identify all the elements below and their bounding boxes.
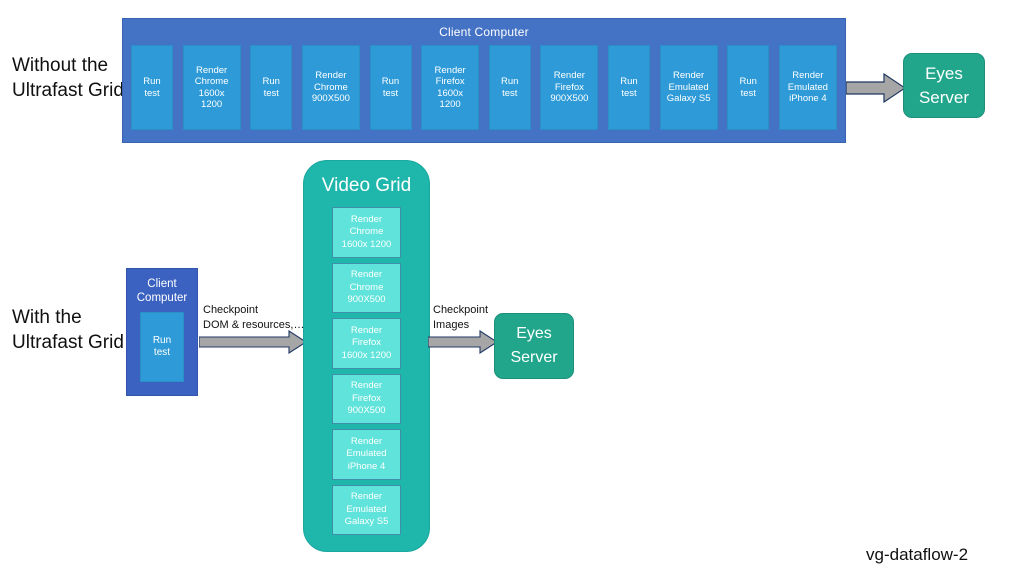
- eyes-server-bottom[interactable]: Eyes Server: [494, 313, 574, 379]
- task-box[interactable]: Run test: [369, 45, 412, 130]
- task-box-row: Run test Render Chrome 1600x 1200 Run te…: [131, 45, 837, 130]
- run-test-box[interactable]: Run test: [140, 312, 184, 382]
- render-box-column: Render Chrome 1600x 1200 Render Chrome 9…: [332, 207, 401, 535]
- client-computer-box: Client Computer Run test: [126, 268, 198, 396]
- render-box[interactable]: Render Chrome 900X500: [332, 262, 401, 313]
- client-computer-bar: Client Computer Run test Render Chrome 1…: [122, 18, 846, 143]
- task-box[interactable]: Render Chrome 1600x 1200: [182, 45, 241, 130]
- arrow-videogrid-to-eyes: [428, 330, 498, 354]
- client-computer-bar-title: Client Computer: [439, 25, 529, 39]
- diagram-caption: vg-dataflow-2: [866, 545, 969, 564]
- eyes-server-top[interactable]: Eyes Server: [903, 53, 985, 118]
- client-computer-box-title: Client Computer: [136, 278, 188, 304]
- video-grid-panel: Video Grid Render Chrome 1600x 1200 Rend…: [303, 160, 430, 552]
- task-box[interactable]: Render Firefox 900X500: [540, 45, 599, 130]
- task-box[interactable]: Run test: [488, 45, 531, 130]
- render-box[interactable]: Render Firefox 900X500: [332, 373, 401, 424]
- without-grid-label: Without the Ultrafast Grid: [12, 55, 124, 101]
- task-box[interactable]: Run test: [250, 45, 293, 130]
- task-box[interactable]: Run test: [608, 45, 650, 130]
- task-box[interactable]: Render Emulated Galaxy S5: [659, 45, 718, 130]
- task-box[interactable]: Render Firefox 1600x 1200: [421, 45, 480, 130]
- task-box[interactable]: Run test: [727, 45, 770, 130]
- task-box[interactable]: Render Chrome 900X500: [301, 45, 360, 130]
- with-grid-label: With the Ultrafast Grid: [12, 307, 124, 353]
- render-box[interactable]: Render Emulated iPhone 4: [332, 429, 401, 480]
- arrow-client-to-eyes-top: [846, 72, 906, 104]
- video-grid-title: Video Grid: [321, 175, 412, 196]
- render-box[interactable]: Render Chrome 1600x 1200: [332, 207, 401, 258]
- render-box[interactable]: Render Emulated Galaxy S5: [332, 484, 401, 535]
- render-box[interactable]: Render Firefox 1600x 1200: [332, 318, 401, 369]
- task-box[interactable]: Render Emulated iPhone 4: [778, 45, 837, 130]
- arrow-client-to-videogrid: [199, 330, 307, 354]
- task-box[interactable]: Run test: [131, 45, 173, 130]
